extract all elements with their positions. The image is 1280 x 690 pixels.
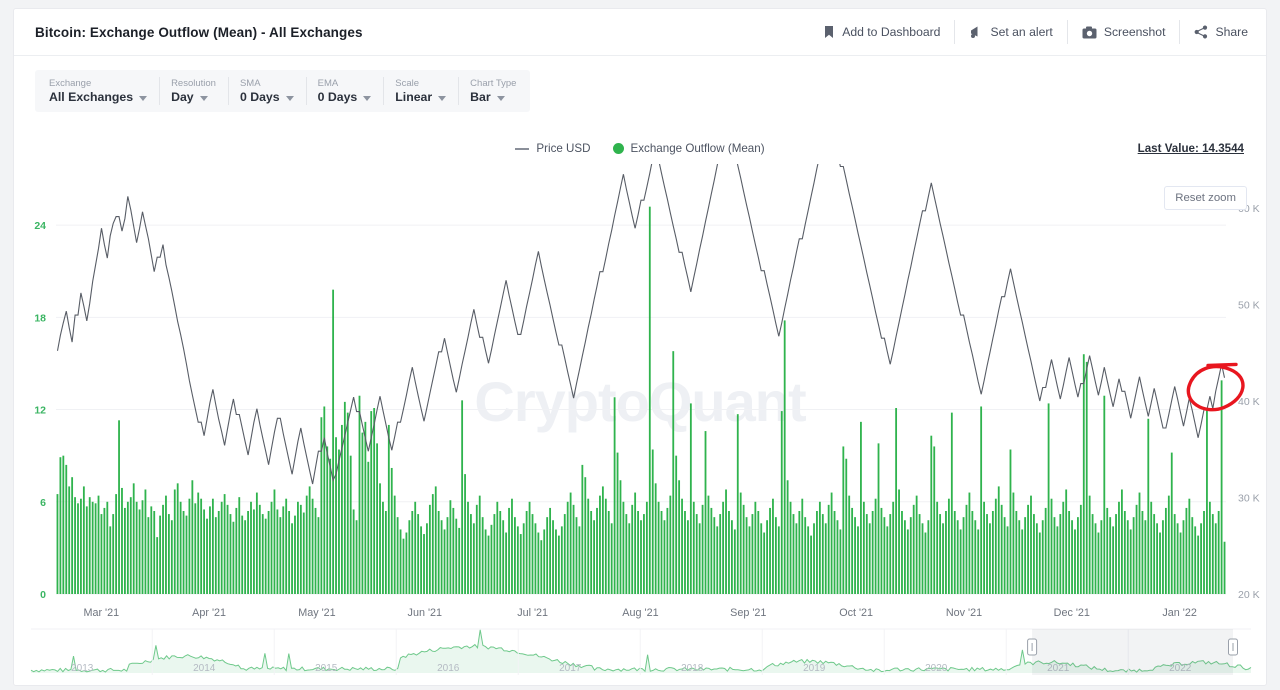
chart-type-label: Chart Type <box>470 78 517 89</box>
resolution-label: Resolution <box>171 78 216 89</box>
bar-series <box>56 206 1226 594</box>
ema-selector[interactable]: EMA 0 Days <box>305 70 384 112</box>
chart-area: CryptoQuant Reset zoom 0 6 12 18 24 20 K 30 K4… <box>14 164 1266 634</box>
svg-text:Jan '22: Jan '22 <box>1162 607 1196 619</box>
sma-value-text: 0 Days <box>239 90 280 104</box>
chart-type-value-text: Bar <box>470 90 491 104</box>
ema-label: EMA <box>317 78 339 89</box>
scale-selector[interactable]: Scale Linear <box>383 70 458 112</box>
card-header: Bitcoin: Exchange Outflow (Mean) - All E… <box>14 9 1266 56</box>
chevron-down-icon <box>199 95 208 101</box>
svg-text:Nov '21: Nov '21 <box>946 607 982 619</box>
camera-icon <box>1082 26 1097 39</box>
last-value-label[interactable]: Last Value: 14.3544 <box>1138 142 1244 155</box>
screenshot-label: Screenshot <box>1103 25 1166 39</box>
dot-swatch-icon <box>612 143 624 154</box>
add-to-dashboard-label: Add to Dashboard <box>842 25 941 39</box>
exchange-value-text: All Exchanges <box>49 90 134 104</box>
svg-text:Apr '21: Apr '21 <box>192 607 226 619</box>
navigator-handle-right <box>1228 638 1238 656</box>
chevron-down-icon <box>363 95 372 101</box>
svg-text:May '21: May '21 <box>298 607 335 619</box>
svg-text:2017: 2017 <box>559 663 582 674</box>
ema-value-text: 0 Days <box>317 90 358 104</box>
set-an-alert-label: Set an alert <box>990 25 1053 39</box>
chart-plot[interactable]: 0612182420 K30 K40 K50 K60 KMar '21 Apr '… <box>14 164 1268 634</box>
page-title: Bitcoin: Exchange Outflow (Mean) - All E… <box>35 24 363 40</box>
svg-text:50 K: 50 K <box>1238 299 1260 311</box>
svg-text:2020: 2020 <box>925 663 948 674</box>
legend-item-price[interactable]: Price USD <box>515 142 591 155</box>
scale-value[interactable]: Linear <box>395 90 447 105</box>
svg-text:Dec '21: Dec '21 <box>1054 607 1090 619</box>
alert-icon <box>969 25 983 39</box>
add-to-dashboard-button[interactable]: Add to Dashboard <box>809 20 956 44</box>
chevron-down-icon <box>496 95 505 101</box>
svg-text:2014: 2014 <box>193 663 216 674</box>
navigator-selection <box>1032 629 1233 675</box>
set-an-alert-button[interactable]: Set an alert <box>955 20 1068 44</box>
svg-text:40 K: 40 K <box>1238 396 1260 408</box>
chart-toolbar: Exchange All Exchanges Resolution Day SM… <box>35 70 531 112</box>
svg-text:30 K: 30 K <box>1238 492 1260 504</box>
sma-label: SMA <box>239 78 261 89</box>
resolution-value[interactable]: Day <box>171 90 216 105</box>
exchange-selector[interactable]: Exchange All Exchanges <box>37 70 159 112</box>
share-button[interactable]: Share <box>1180 20 1258 44</box>
sma-selector[interactable]: SMA 0 Days <box>227 70 306 112</box>
legend-outflow-label: Exchange Outflow (Mean) <box>630 142 765 155</box>
chart-type-value[interactable]: Bar <box>470 90 516 105</box>
red-circle-annotation <box>1186 362 1245 412</box>
screenshot-button[interactable]: Screenshot <box>1068 20 1181 44</box>
share-label: Share <box>1215 25 1248 39</box>
chart-legend: Price USD Exchange Outflow (Mean) <box>14 142 1266 155</box>
chevron-down-icon <box>438 95 447 101</box>
svg-text:6: 6 <box>40 497 46 509</box>
exchange-value[interactable]: All Exchanges <box>49 90 148 105</box>
svg-text:Sep '21: Sep '21 <box>730 607 766 619</box>
svg-text:12: 12 <box>34 405 46 417</box>
scale-label: Scale <box>395 78 420 89</box>
svg-text:Jun '21: Jun '21 <box>408 607 442 619</box>
chart-type-selector[interactable]: Chart Type Bar <box>458 70 528 112</box>
navigator-plot[interactable]: 2013 2014 2015 2016 2017 2018 2019 2020 2021 2022 <box>14 625 1268 685</box>
svg-text:2015: 2015 <box>315 663 338 674</box>
header-actions: Add to Dashboard Set an alert Screenshot… <box>809 18 1258 46</box>
svg-text:Mar '21: Mar '21 <box>83 607 119 619</box>
ema-value[interactable]: 0 Days <box>318 90 372 105</box>
bookmark-icon <box>823 25 835 39</box>
svg-text:18: 18 <box>34 312 46 324</box>
legend-price-label: Price USD <box>536 142 591 155</box>
chart-navigator[interactable]: 2013 2014 2015 2016 2017 2018 2019 2020 2021 2022 <box>14 625 1266 685</box>
navigator-handle-left <box>1027 638 1038 656</box>
reset-zoom-button[interactable]: Reset zoom <box>1164 186 1247 210</box>
resolution-selector[interactable]: Resolution Day <box>159 70 228 112</box>
sma-value[interactable]: 0 Days <box>240 90 294 105</box>
legend-item-outflow[interactable]: Exchange Outflow (Mean) <box>612 142 765 155</box>
chevron-down-icon <box>285 95 294 101</box>
svg-text:2019: 2019 <box>803 663 826 674</box>
svg-text:Oct '21: Oct '21 <box>839 607 873 619</box>
svg-text:2018: 2018 <box>681 663 704 674</box>
scale-value-text: Linear <box>395 90 433 104</box>
resolution-value-text: Day <box>171 90 194 104</box>
chart-card: Bitcoin: Exchange Outflow (Mean) - All E… <box>13 8 1267 686</box>
svg-text:24: 24 <box>34 220 46 232</box>
share-icon <box>1194 25 1208 39</box>
chevron-down-icon <box>139 95 148 101</box>
svg-text:Jul '21: Jul '21 <box>517 607 548 619</box>
svg-text:0: 0 <box>40 589 46 601</box>
svg-text:2013: 2013 <box>71 663 94 674</box>
svg-text:Aug '21: Aug '21 <box>622 607 658 619</box>
svg-text:20 K: 20 K <box>1238 589 1260 601</box>
line-swatch-icon <box>515 147 530 150</box>
svg-text:2016: 2016 <box>437 663 460 674</box>
exchange-label: Exchange <box>49 78 92 89</box>
